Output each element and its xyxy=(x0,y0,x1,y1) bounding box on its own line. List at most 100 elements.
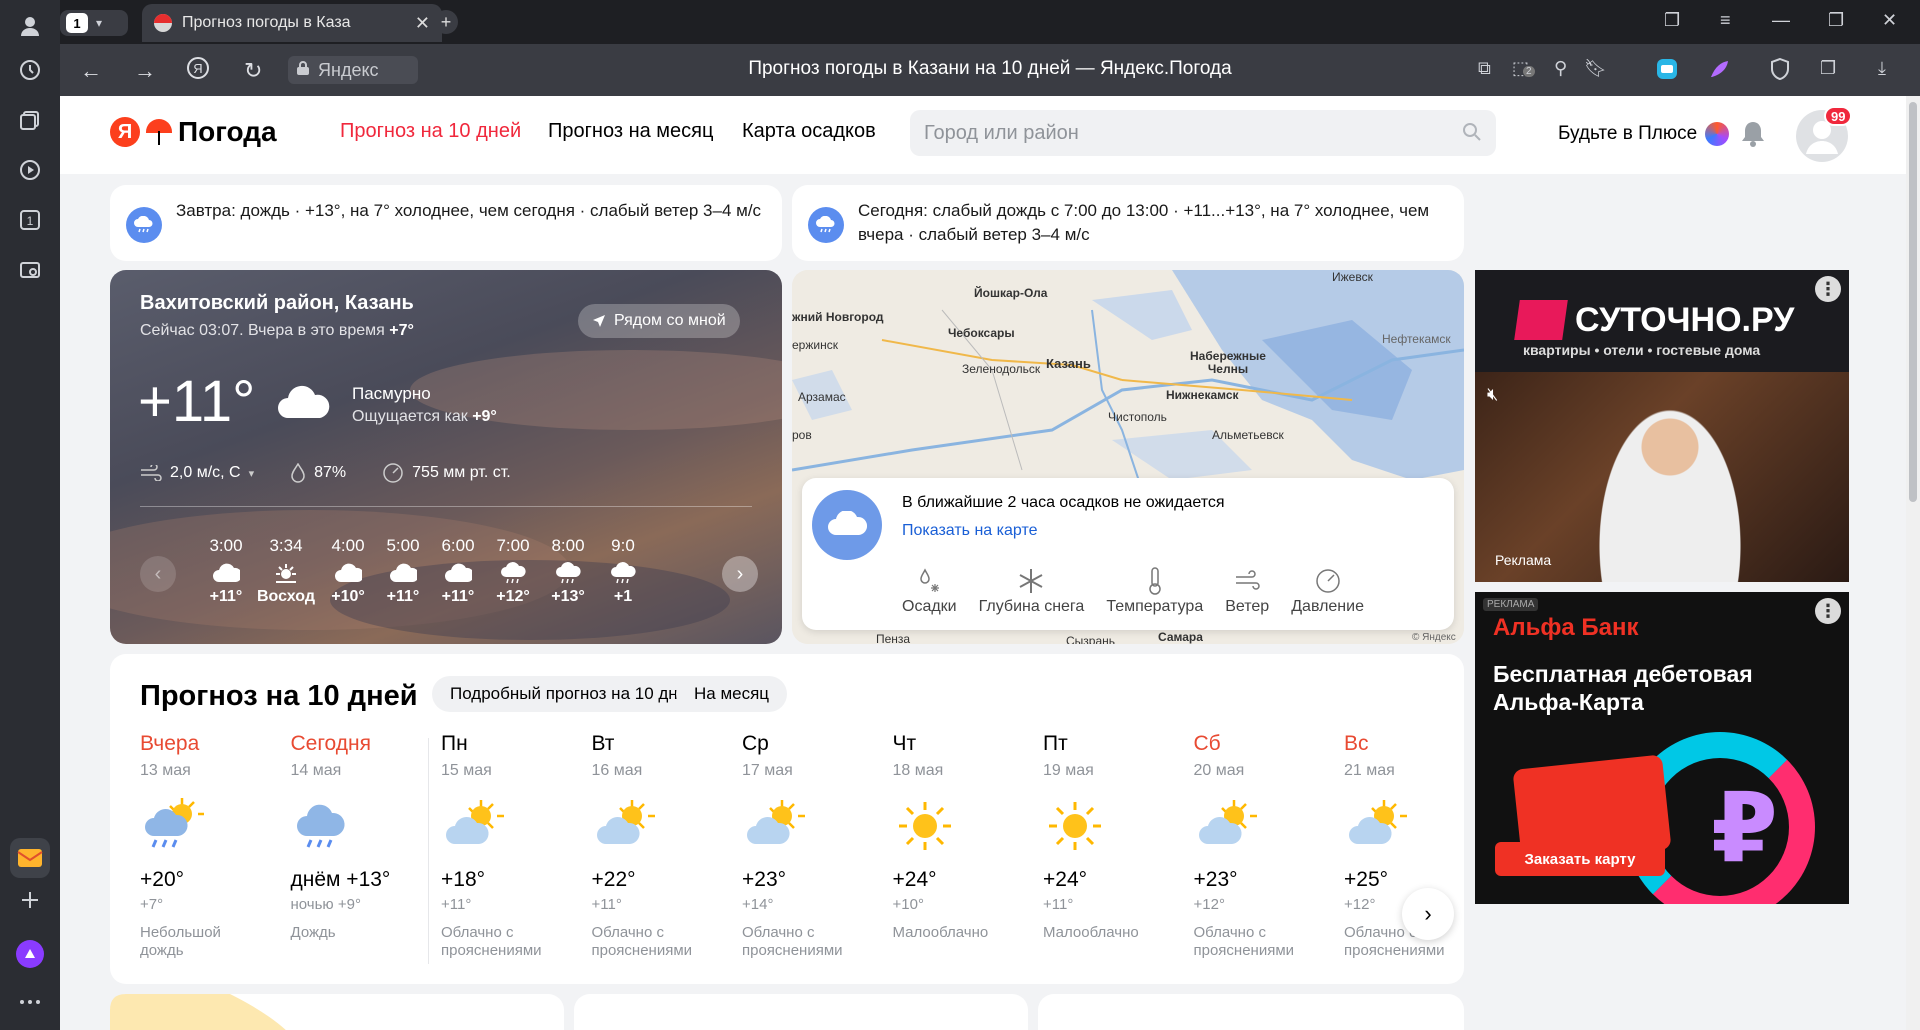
forecast-day[interactable]: Пн 15 мая +18° +11° Облачно с прояснениями xyxy=(441,732,581,972)
messenger-icon[interactable] xyxy=(1656,58,1678,85)
bookmark-icon[interactable]: 🔖︎ xyxy=(1584,58,1607,79)
month-button[interactable]: На месяц xyxy=(676,676,788,712)
download-icon[interactable]: ⤓ xyxy=(1878,58,1886,79)
day-temp-max: +24° xyxy=(1043,868,1088,891)
day-description: Малооблачно xyxy=(892,924,989,941)
feels-label: Ощущается как xyxy=(352,408,468,425)
layer-temp[interactable]: Температура xyxy=(1106,566,1203,616)
nav-month[interactable]: Прогноз на месяц xyxy=(548,120,713,143)
profile-icon[interactable] xyxy=(14,10,46,42)
layer-precip[interactable]: Осадки xyxy=(902,566,957,616)
screenshot-icon[interactable] xyxy=(14,254,46,286)
mute-icon[interactable]: 🔇︎ xyxy=(1487,384,1498,405)
forecast-day[interactable]: Сб 20 мая +23° +12° Облачно с прояснениями xyxy=(1194,732,1334,972)
alert-today[interactable]: Сегодня: слабый дождь с 7:00 до 13:00 · … xyxy=(792,185,1464,261)
plus-orb-icon xyxy=(1705,122,1730,146)
ad-video[interactable]: 🔇︎ Реклама xyxy=(1475,372,1849,582)
day-description: Небольшой дождь xyxy=(140,924,221,959)
close-icon[interactable]: ✕ xyxy=(415,13,430,34)
reader-icon[interactable]: ❐ xyxy=(1820,58,1836,79)
location-icon[interactable]: ⚲ xyxy=(1554,58,1567,79)
sun-rain-icon xyxy=(140,796,204,856)
day-temp-max: +22° xyxy=(591,868,636,891)
yandex-home-icon[interactable]: Я xyxy=(186,56,210,86)
bottom-card xyxy=(110,994,564,1030)
tab-bar: 1 ▾ Прогноз погоды в Каза ✕ + ❐ ≡ — ❐ ✕ xyxy=(60,0,1920,44)
hour-value: Восход xyxy=(256,588,316,605)
window-close-icon[interactable]: ✕ xyxy=(1882,10,1897,31)
alert-tomorrow[interactable]: Завтра: дождь · +13°, на 7° холоднее, че… xyxy=(110,185,782,261)
collections-button-icon[interactable]: ❐ xyxy=(1664,10,1680,31)
order-card-button[interactable]: Заказать карту xyxy=(1495,842,1665,876)
menu-icon[interactable]: ≡ xyxy=(1720,10,1731,31)
forecast-day[interactable]: Вт 16 мая +22° +11° Облачно с прояснениями xyxy=(592,732,732,972)
map-city-label: Нижнекамск xyxy=(1166,388,1239,402)
scrollbar[interactable] xyxy=(1906,96,1920,1030)
address-bar: ← → Я ↻ Яндекс Прогноз погоды в Казани н… xyxy=(60,44,1920,96)
extensions-icon[interactable]: ⬚2 xyxy=(1512,58,1535,79)
feels-like: Ощущается как +9° xyxy=(352,408,497,426)
forward-icon[interactable]: → xyxy=(134,58,156,84)
forecast-day[interactable]: Чт 18 мая +24° +10° Малооблачно xyxy=(893,732,1033,972)
layer-wind[interactable]: Ветер xyxy=(1225,566,1269,616)
forecast-next-button[interactable]: › xyxy=(1402,888,1454,940)
forecast-day[interactable]: Вчера 13 мая +20° +7° Небольшой дождь xyxy=(140,732,280,972)
detail-forecast-button[interactable]: Подробный прогноз на 10 дней xyxy=(432,676,715,712)
hours-prev-button[interactable]: ‹ xyxy=(140,556,176,592)
logo[interactable]: Я Погода xyxy=(110,116,277,148)
nav-10-days[interactable]: Прогноз на 10 дней xyxy=(340,120,521,143)
ad-sutochno[interactable]: СУТОЧНО.РУ квартиры • отели • гостевые д… xyxy=(1475,270,1849,582)
collections-icon[interactable] xyxy=(14,104,46,136)
tab-counter[interactable]: 1 ▾ xyxy=(60,10,128,36)
feather-icon[interactable] xyxy=(1708,58,1730,85)
active-tab[interactable]: Прогноз погоды в Каза ✕ xyxy=(142,4,442,42)
wind-icon xyxy=(1236,570,1260,590)
precip-map[interactable]: Йошкар-Ола жний Новгород Чебоксары Зелен… xyxy=(792,270,1464,644)
layer-snow[interactable]: Глубина снега xyxy=(979,566,1084,616)
restore-icon[interactable]: ❐ xyxy=(1828,10,1844,31)
alert-tomorrow-text: Завтра: дождь · +13°, на 7° холоднее, че… xyxy=(176,201,762,220)
reload-icon[interactable]: ↻ xyxy=(244,58,262,84)
forecast-day[interactable]: Сегодня 14 мая днём +13° ночью +9° Дождь xyxy=(291,732,431,972)
shield-icon[interactable] xyxy=(1770,57,1790,85)
hours-next-button[interactable]: › xyxy=(722,556,758,592)
pressure: 755 мм рт. ст. xyxy=(382,462,511,484)
cloud-icon xyxy=(213,563,240,582)
current-temp: +11° xyxy=(138,369,256,434)
translate-icon[interactable]: ⧉ xyxy=(1478,58,1491,79)
forecast-day[interactable]: Ср 17 мая +23° +14° Облачно с прояснениями xyxy=(742,732,882,972)
humidity: 87% xyxy=(290,463,346,483)
map-city-label: Пенза xyxy=(876,632,911,644)
new-tab-button[interactable]: + xyxy=(434,10,458,34)
nearby-button[interactable]: Рядом со мной xyxy=(578,304,740,338)
layer-pressure[interactable]: Давление xyxy=(1291,566,1364,616)
sun-icon xyxy=(893,796,957,856)
bell-icon[interactable] xyxy=(1740,120,1766,148)
mail-icon[interactable] xyxy=(10,838,50,878)
history-icon[interactable] xyxy=(14,54,46,86)
add-panel-icon[interactable] xyxy=(14,884,46,916)
play-icon[interactable] xyxy=(14,154,46,186)
search-input[interactable]: Город или район xyxy=(910,110,1496,156)
show-on-map-link[interactable]: Показать на карте xyxy=(902,522,1037,540)
forecast-day[interactable]: Пт 19 мая +24° +11° Малооблачно xyxy=(1043,732,1183,972)
ad-subtitle: квартиры • отели • гостевые дома xyxy=(1523,342,1761,358)
extensions-badge: 2 xyxy=(1523,66,1535,77)
back-icon[interactable]: ← xyxy=(80,58,102,84)
day-name: Ср xyxy=(742,732,769,755)
tab-one-icon[interactable]: 1 xyxy=(14,204,46,236)
ad-menu-icon[interactable]: ⋮ xyxy=(1815,276,1841,302)
wind-icon xyxy=(141,465,162,481)
scroll-thumb[interactable] xyxy=(1909,102,1917,502)
domain-chip[interactable]: Яндекс xyxy=(288,56,418,84)
alice-icon[interactable] xyxy=(14,938,46,970)
plus-promo[interactable]: Будьте в Плюсе xyxy=(1558,122,1730,146)
nav-precip-map[interactable]: Карта осадков xyxy=(742,120,876,143)
ruble-icon: ₽ xyxy=(1711,775,1778,882)
search-icon[interactable] xyxy=(1462,122,1482,142)
minimize-icon[interactable]: — xyxy=(1772,10,1790,31)
more-icon[interactable] xyxy=(14,986,46,1018)
map-city-label: ержинск xyxy=(792,338,838,352)
ad-menu-icon[interactable]: ⋮ xyxy=(1815,598,1841,624)
ad-alfa[interactable]: РЕКЛАМА Альфа Банк Бесплатная дебетовая … xyxy=(1475,592,1849,904)
